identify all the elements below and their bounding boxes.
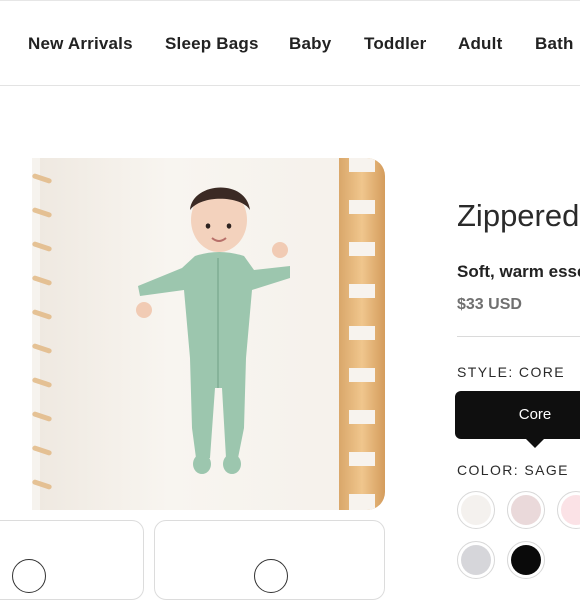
product-title: Zippered <box>457 198 580 233</box>
color-swatch-pink[interactable] <box>557 491 580 529</box>
nav-item-new-arrivals[interactable]: New Arrivals <box>28 34 133 54</box>
style-tooltip-pointer <box>526 439 544 448</box>
style-label: STYLE: CORE <box>457 364 565 380</box>
product-subtitle: Soft, warm esse <box>457 262 580 281</box>
gift-icon <box>254 559 288 593</box>
style-option-core[interactable]: Core <box>455 391 580 439</box>
nav-item-sleep-bags[interactable]: Sleep Bags <box>165 34 259 54</box>
nav-item-baby[interactable]: Baby <box>289 34 331 54</box>
color-swatch-cloud[interactable] <box>457 491 495 529</box>
color-swatch-midnight[interactable] <box>507 541 545 579</box>
color-label: COLOR: SAGE <box>457 462 569 478</box>
style-option-label: Core <box>518 406 552 423</box>
info-card-crib[interactable] <box>0 520 144 600</box>
nav-item-toddler[interactable]: Toddler <box>364 34 426 54</box>
baby-in-romper <box>136 187 290 474</box>
product-image[interactable] <box>32 158 385 510</box>
color-swatch-heather-gray[interactable] <box>457 541 495 579</box>
nav-item-bath[interactable]: Bath <box>535 34 574 54</box>
color-swatch-blush[interactable] <box>507 491 545 529</box>
crib-icon <box>12 559 46 593</box>
top-navigation: New Arrivals Sleep Bags Baby Toddler Adu… <box>0 0 580 86</box>
divider <box>457 336 580 337</box>
product-price: $33 USD <box>457 296 522 313</box>
nav-item-adult[interactable]: Adult <box>458 34 502 54</box>
info-card-gift[interactable] <box>154 520 385 600</box>
